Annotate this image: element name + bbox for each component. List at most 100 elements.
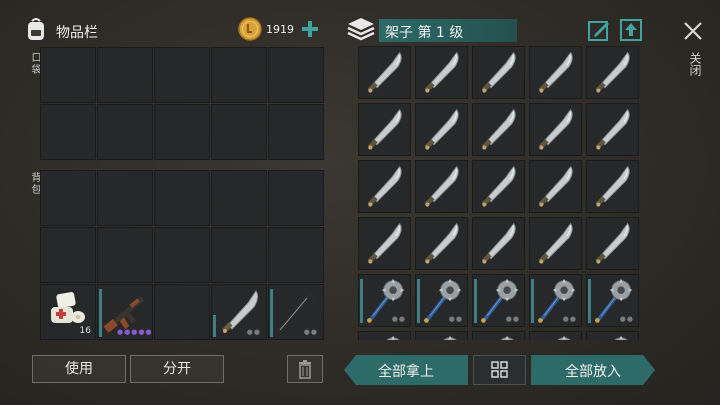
- shelf-slot-machete[interactable]: [358, 103, 411, 156]
- backpack-slot[interactable]: [154, 170, 210, 226]
- machete-icon: [481, 51, 516, 93]
- shelf-slot-machete[interactable]: [586, 217, 639, 270]
- saw-mace-icon: [614, 335, 628, 340]
- saw-mace-icon: [386, 335, 400, 340]
- put-all-label: 全部放入: [565, 364, 621, 380]
- shelf-slot-saw-mace[interactable]: ●●: [472, 274, 525, 327]
- machete-icon: [538, 222, 573, 264]
- pocket-slot[interactable]: [40, 104, 96, 160]
- saw-mace-icon: [557, 335, 571, 340]
- machete-icon: [595, 51, 630, 93]
- shelf-slot-saw-mace[interactable]: [529, 331, 582, 340]
- shelf-slot-machete[interactable]: [415, 217, 468, 270]
- shelf-slot-saw-mace[interactable]: [472, 331, 525, 340]
- shelf-slot-machete[interactable]: [529, 160, 582, 213]
- shelf-slot-machete[interactable]: [472, 217, 525, 270]
- close-label: 关闭: [688, 52, 702, 76]
- rarity-dots: ●●: [619, 315, 634, 323]
- sort-button[interactable]: [473, 355, 526, 385]
- backpack-slot[interactable]: [211, 170, 267, 226]
- item-count: 16: [79, 326, 91, 336]
- shelf-slot-machete[interactable]: [415, 160, 468, 213]
- delete-button[interactable]: [287, 355, 323, 383]
- shelf-slot-machete[interactable]: [472, 46, 525, 99]
- shelf-slot-machete[interactable]: [415, 46, 468, 99]
- shelf-title-bar: 架子 第 1 级: [379, 19, 517, 42]
- pocket-slot[interactable]: [211, 47, 267, 103]
- rarity-dots: ●●: [246, 328, 261, 336]
- machete-icon: [595, 222, 630, 264]
- shelf-slot-saw-mace[interactable]: ●●: [586, 274, 639, 327]
- rarity-dots: ●●●●●: [117, 328, 153, 336]
- shelf-slot-saw-mace[interactable]: ●●: [415, 274, 468, 327]
- shelf-slot-machete[interactable]: [415, 103, 468, 156]
- shelf-slot-machete[interactable]: [358, 46, 411, 99]
- edit-icon: [588, 21, 609, 41]
- shelf-grid: ●● ●● ●● ●● ●●: [358, 46, 645, 340]
- trash-icon: [299, 360, 311, 379]
- shelf-slot-machete[interactable]: [529, 103, 582, 156]
- backpack-slot[interactable]: [40, 227, 96, 283]
- backpack-slot[interactable]: [154, 284, 210, 340]
- backpack-slot-crowbar[interactable]: ●●: [268, 284, 324, 340]
- pocket-slot[interactable]: [154, 47, 210, 103]
- machete-icon: [538, 165, 573, 207]
- backpack-slot-medkit[interactable]: 16: [40, 284, 96, 340]
- rarity-dots: ●●: [303, 328, 318, 336]
- pocket-slot[interactable]: [268, 47, 324, 103]
- backpack-slot[interactable]: [97, 170, 153, 226]
- take-all-button[interactable]: 全部拿上: [344, 355, 468, 385]
- rarity-dots: ●●: [562, 315, 577, 323]
- backpack-slot-rifle[interactable]: ●●●●●: [97, 284, 153, 340]
- use-button[interactable]: 使用: [32, 355, 126, 383]
- rarity-dots: ●●: [448, 315, 463, 323]
- shelf-slot-machete[interactable]: [472, 103, 525, 156]
- backpack-slot-machete[interactable]: ●●: [211, 284, 267, 340]
- pocket-slot[interactable]: [268, 104, 324, 160]
- split-button[interactable]: 分开: [130, 355, 224, 383]
- rename-button[interactable]: [587, 18, 611, 42]
- backpack-slot[interactable]: [268, 227, 324, 283]
- close-icon: [684, 22, 702, 40]
- backpack-slot[interactable]: [268, 170, 324, 226]
- coin-icon: [238, 17, 262, 41]
- shelf-slot-machete[interactable]: [529, 217, 582, 270]
- shelf-slot-machete[interactable]: [358, 160, 411, 213]
- shelf-slot-machete[interactable]: [586, 46, 639, 99]
- shelf-slot-saw-mace[interactable]: ●●: [358, 274, 411, 327]
- plus-icon: [302, 21, 318, 37]
- pocket-slot[interactable]: [211, 104, 267, 160]
- shelf-slot-saw-mace[interactable]: ●●: [529, 274, 582, 327]
- shelf-slot-saw-mace[interactable]: [586, 331, 639, 340]
- machete-icon: [424, 108, 459, 150]
- shelf-slot-machete[interactable]: [358, 217, 411, 270]
- pocket-slot[interactable]: [154, 104, 210, 160]
- add-coins-button[interactable]: [300, 19, 320, 39]
- inventory-title: 物品栏: [56, 25, 98, 41]
- machete-icon: [367, 222, 402, 264]
- durability-bar: [531, 279, 534, 323]
- shelf-slot-machete[interactable]: [472, 160, 525, 213]
- coin-count: 1919: [266, 23, 294, 36]
- grid-sort-icon: [491, 361, 508, 378]
- shelf-slot-machete[interactable]: [586, 103, 639, 156]
- backpack-slot[interactable]: [97, 227, 153, 283]
- close-button[interactable]: 关闭: [680, 18, 706, 88]
- shelf-icon: [346, 16, 376, 42]
- shelf-slot-machete[interactable]: [529, 46, 582, 99]
- pocket-slot[interactable]: [97, 47, 153, 103]
- upgrade-button[interactable]: [619, 18, 643, 42]
- backpack-slot[interactable]: [211, 227, 267, 283]
- pocket-slot[interactable]: [97, 104, 153, 160]
- shelf-slot-saw-mace[interactable]: [358, 331, 411, 340]
- backpack-slot[interactable]: [40, 170, 96, 226]
- shelf-slot-machete[interactable]: [586, 160, 639, 213]
- backpack-slot[interactable]: [154, 227, 210, 283]
- put-all-button[interactable]: 全部放入: [531, 355, 655, 385]
- pocket-slot[interactable]: [40, 47, 96, 103]
- durability-bar: [417, 279, 420, 323]
- rarity-dots: ●●: [505, 315, 520, 323]
- shelf-slot-saw-mace[interactable]: [415, 331, 468, 340]
- machete-icon: [481, 165, 516, 207]
- machete-icon: [367, 51, 402, 93]
